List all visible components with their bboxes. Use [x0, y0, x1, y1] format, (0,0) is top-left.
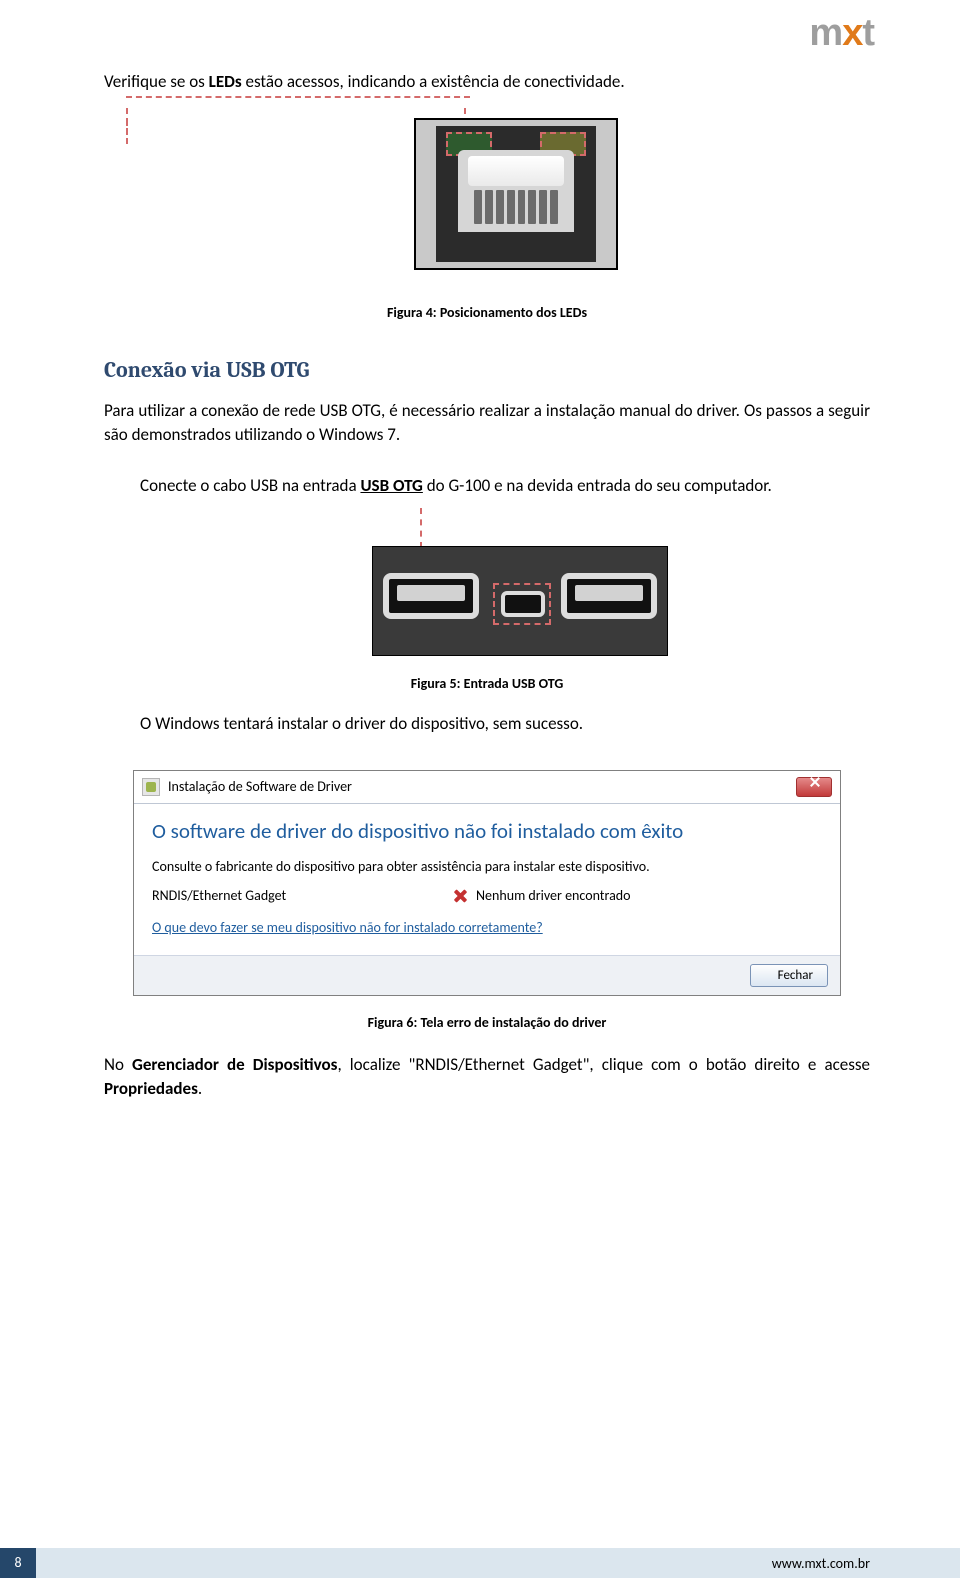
para-connect-c: do G-100 e na devida entrada do seu comp…	[423, 475, 772, 496]
footer-url: www.mxt.com.br	[772, 1555, 870, 1572]
para-windows: O Windows tentará instalar o driver do d…	[140, 712, 870, 736]
figure4-wrap	[104, 98, 870, 298]
dialog-subtext: Consulte o fabricante do dispositivo par…	[152, 858, 822, 875]
device-status: Nenhum driver encontrado	[476, 887, 631, 904]
dialog-button-row: Fechar	[134, 955, 840, 995]
intro-after: estão acessos, indicando a existência de…	[242, 71, 625, 92]
dialog-title-text: Instalação de Software de Driver	[168, 778, 796, 795]
page-footer: 8 www.mxt.com.br	[0, 1548, 960, 1578]
figure6-caption: Figura 6: Tela erro de instalação do dri…	[104, 1014, 870, 1031]
error-x-icon	[452, 887, 470, 905]
usb-a-left-icon	[383, 573, 479, 619]
page-number: 8	[0, 1548, 36, 1578]
logo-t: t	[862, 12, 874, 54]
heading-usb-otg: Conexão via USB OTG	[104, 357, 870, 383]
figure5-image	[372, 546, 668, 656]
callout-line-3	[420, 508, 516, 548]
para-connect-a: Conecte o cabo USB na entrada	[140, 475, 360, 496]
para-device-manager: No Gerenciador de Dispositivos, localize…	[104, 1053, 870, 1101]
para4-e: .	[198, 1078, 202, 1099]
dialog-title-icon	[142, 778, 160, 796]
figure4-caption: Figura 4: Posicionamento dos LEDs	[104, 304, 870, 321]
dialog-device-row: RNDIS/Ethernet Gadget Nenhum driver enco…	[152, 887, 822, 905]
dialog-heading: O software de driver do dispositivo não …	[152, 818, 822, 844]
dialog-titlebar: Instalação de Software de Driver	[134, 771, 840, 804]
rj45-port-icon	[436, 126, 596, 262]
rj45-plate-icon	[458, 150, 574, 232]
logo-x: x	[842, 12, 862, 54]
para-connect-b: USB OTG	[360, 475, 422, 496]
dialog-close-action-button[interactable]: Fechar	[750, 964, 828, 987]
device-name: RNDIS/Ethernet Gadget	[152, 887, 452, 904]
para-usb-desc: Para utilizar a conexão de rede USB OTG,…	[104, 399, 870, 447]
figure5-wrap	[104, 504, 870, 669]
logo: mxt	[809, 12, 874, 55]
intro-paragraph: Verifique se os LEDs estão acessos, indi…	[104, 70, 870, 94]
intro-bold: LEDs	[209, 71, 242, 92]
para4-c: , localize "RNDIS/Ethernet Gadget", cliq…	[337, 1054, 870, 1075]
para4-d: Propriedades	[104, 1078, 198, 1099]
usb-a-right-icon	[561, 573, 657, 619]
logo-m: m	[809, 12, 842, 54]
para4-a: No	[104, 1054, 132, 1075]
para-connect: Conecte o cabo USB na entrada USB OTG do…	[140, 474, 870, 498]
dialog-help-link[interactable]: O que devo fazer se meu dispositivo não …	[152, 919, 543, 936]
figure4-image	[414, 118, 618, 270]
dialog-body: O software de driver do dispositivo não …	[134, 804, 840, 955]
driver-dialog: Instalação de Software de Driver O softw…	[133, 770, 841, 996]
usb-otg-icon	[501, 591, 545, 617]
dialog-close-button[interactable]	[796, 777, 832, 797]
intro-before: Verifique se os	[104, 71, 209, 92]
para4-b: Gerenciador de Dispositivos	[132, 1054, 337, 1075]
figure5-caption: Figura 5: Entrada USB OTG	[104, 675, 870, 692]
